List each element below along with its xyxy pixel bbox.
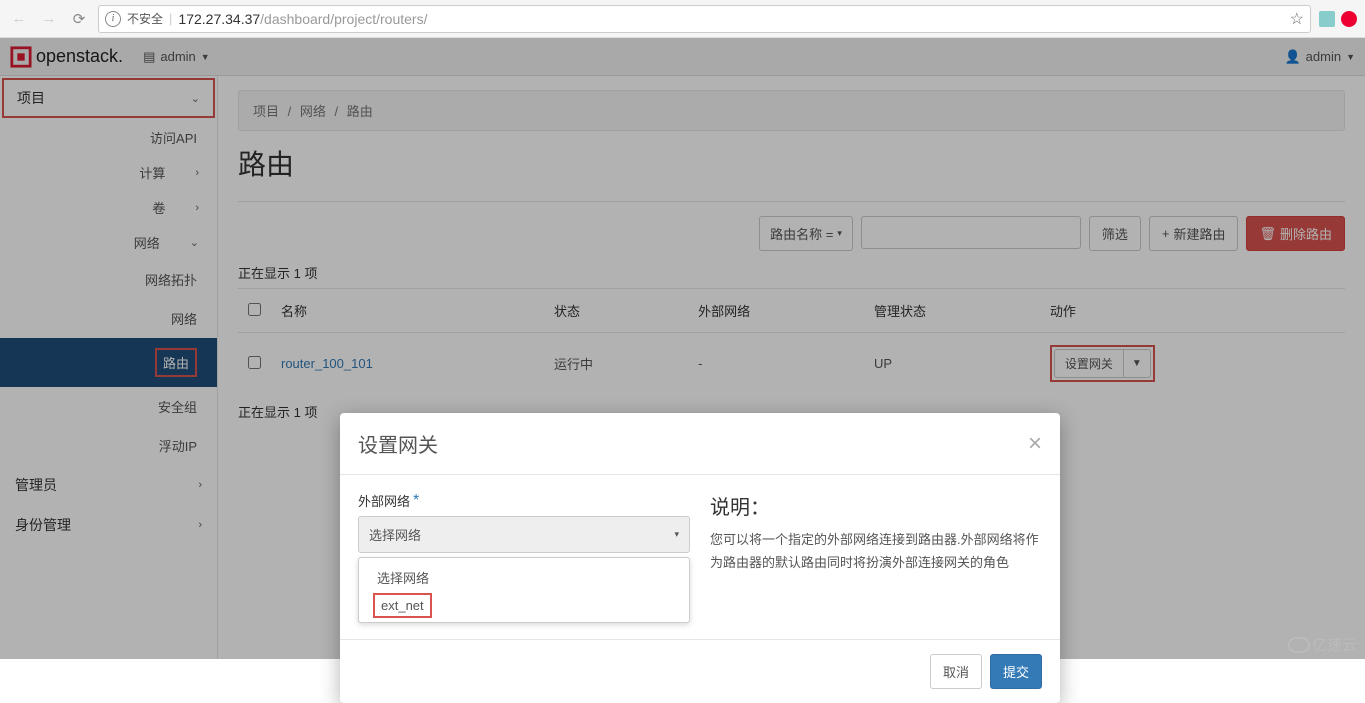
reload-button[interactable]: ⟳	[68, 8, 90, 30]
url-bar[interactable]: i 不安全 | 172.27.34.37/dashboard/project/r…	[98, 5, 1311, 33]
insecure-label: 不安全	[127, 10, 163, 27]
browser-bar: ← → ⟳ i 不安全 | 172.27.34.37/dashboard/pro…	[0, 0, 1365, 38]
modal-header: 设置网关 ×	[340, 413, 1060, 475]
required-icon: *	[413, 497, 419, 505]
forward-button[interactable]: →	[38, 8, 60, 30]
modal-title: 设置网关	[358, 429, 438, 458]
external-network-select[interactable]: 选择网络 ▾	[358, 516, 690, 553]
dropdown-item-ext-net[interactable]: ext_net	[373, 593, 432, 618]
extension-icon-1[interactable]	[1319, 11, 1335, 27]
cloud-icon	[1288, 637, 1310, 653]
close-icon[interactable]: ×	[1028, 430, 1042, 458]
extension-icons	[1319, 11, 1357, 27]
extension-icon-2[interactable]	[1341, 11, 1357, 27]
info-icon[interactable]: i	[105, 11, 121, 27]
bookmark-star-icon[interactable]: ☆	[1290, 9, 1304, 29]
submit-button[interactable]: 提交	[990, 654, 1042, 689]
watermark: 亿速云	[1288, 634, 1357, 655]
description-title: 说明：	[710, 491, 1042, 520]
modal-footer: 取消 提交	[340, 639, 1060, 703]
description-text: 您可以将一个指定的外部网络连接到路由器.外部网络将作为路由器的默认路由同时将扮演…	[710, 528, 1042, 575]
external-network-dropdown: 选择网络 ext_net	[358, 557, 690, 623]
chevron-down-icon: ▾	[674, 529, 679, 540]
back-button[interactable]: ←	[8, 8, 30, 30]
set-gateway-modal: 设置网关 × 外部网络 * 选择网络 ▾ 选择网络 ext_net 说明：	[340, 413, 1060, 703]
modal-body: 外部网络 * 选择网络 ▾ 选择网络 ext_net 说明： 您可以将一个指定的…	[340, 475, 1060, 639]
url-text: 172.27.34.37/dashboard/project/routers/	[178, 11, 427, 27]
field-label-external-network: 外部网络 *	[358, 491, 690, 510]
cancel-button[interactable]: 取消	[930, 654, 982, 689]
dropdown-item-placeholder[interactable]: 选择网络	[359, 562, 689, 593]
app-container: openstack. ▤ admin ▼ 👤 admin ▼ 项目 ⌄ 访问AP…	[0, 38, 1365, 659]
